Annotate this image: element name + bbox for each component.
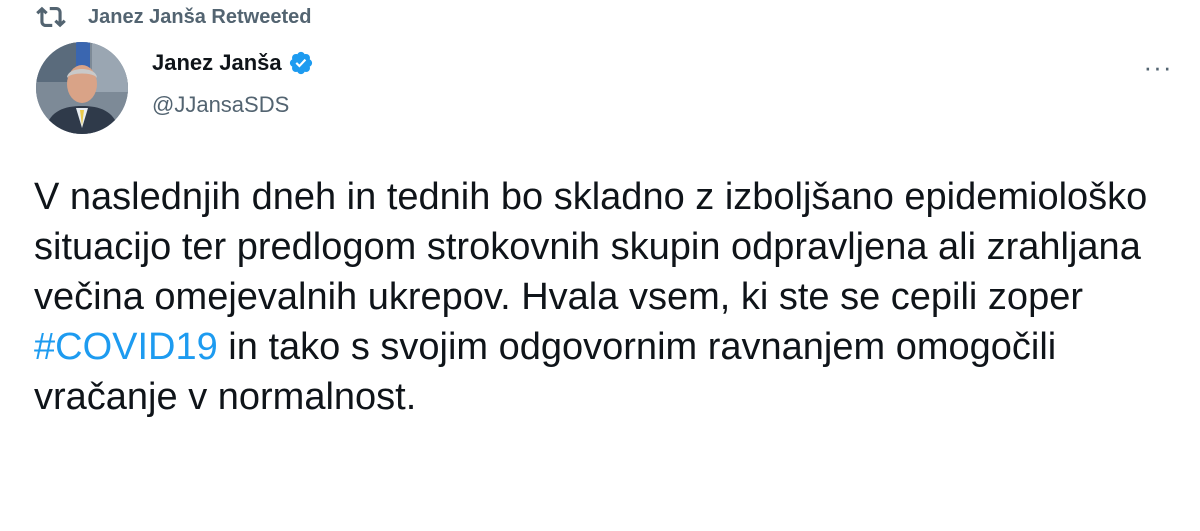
avatar[interactable] xyxy=(36,42,128,134)
verified-badge-icon xyxy=(289,51,312,75)
more-options-button[interactable]: ··· xyxy=(1138,52,1178,82)
tweet-text: V naslednjih dneh in tednih bo skladno z… xyxy=(34,172,1174,422)
retweet-label: Janez Janša Retweeted xyxy=(88,5,312,28)
hashtag-link[interactable]: #COVID19 xyxy=(34,326,218,368)
avatar-photo xyxy=(36,42,128,134)
more-options-icon: ··· xyxy=(1143,51,1173,82)
author-name-row[interactable]: Janez Janša xyxy=(152,50,314,76)
author-handle[interactable]: @JJansaSDS xyxy=(152,92,289,118)
tweet-text-part1: V naslednjih dneh in tednih bo skladno z… xyxy=(34,176,1148,318)
author-name[interactable]: Janez Janša xyxy=(152,50,282,76)
retweet-indicator[interactable]: Janez Janša Retweeted xyxy=(36,2,311,32)
retweet-icon xyxy=(36,6,66,28)
